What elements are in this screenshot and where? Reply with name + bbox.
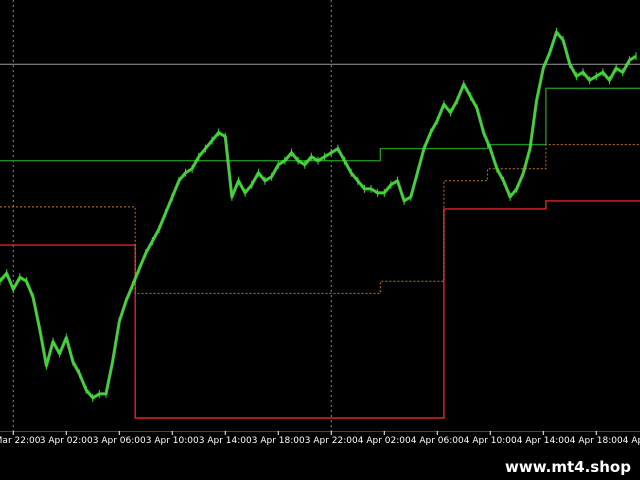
x-tick-label: 3 Apr 10:00 — [146, 436, 199, 446]
x-tick-label: 4 Apr 06:00 — [411, 436, 464, 446]
x-tick-label: 2 Mar 22:00 — [0, 436, 41, 446]
x-tick-label: 3 Apr 02:00 — [40, 436, 93, 446]
watermark-label: www.mt4.shop — [496, 454, 640, 480]
x-tick-label: 3 Apr 14:00 — [199, 436, 252, 446]
x-tick-label: 4 Apr 14:00 — [517, 436, 570, 446]
x-tick-label: 3 Apr 18:00 — [252, 436, 305, 446]
price-chart: 2 Mar 22:003 Apr 02:003 Apr 06:003 Apr 1… — [0, 0, 640, 480]
x-tick-label: 4 Apr 10:00 — [464, 436, 517, 446]
x-tick-label: 4 Apr 02:00 — [358, 436, 411, 446]
x-tick-label: 3 Apr 22:00 — [305, 436, 358, 446]
x-tick-label: 4 Apr 22:00 — [623, 436, 640, 446]
x-tick-label: 3 Apr 06:00 — [93, 436, 146, 446]
x-tick-label: 4 Apr 18:00 — [570, 436, 623, 446]
